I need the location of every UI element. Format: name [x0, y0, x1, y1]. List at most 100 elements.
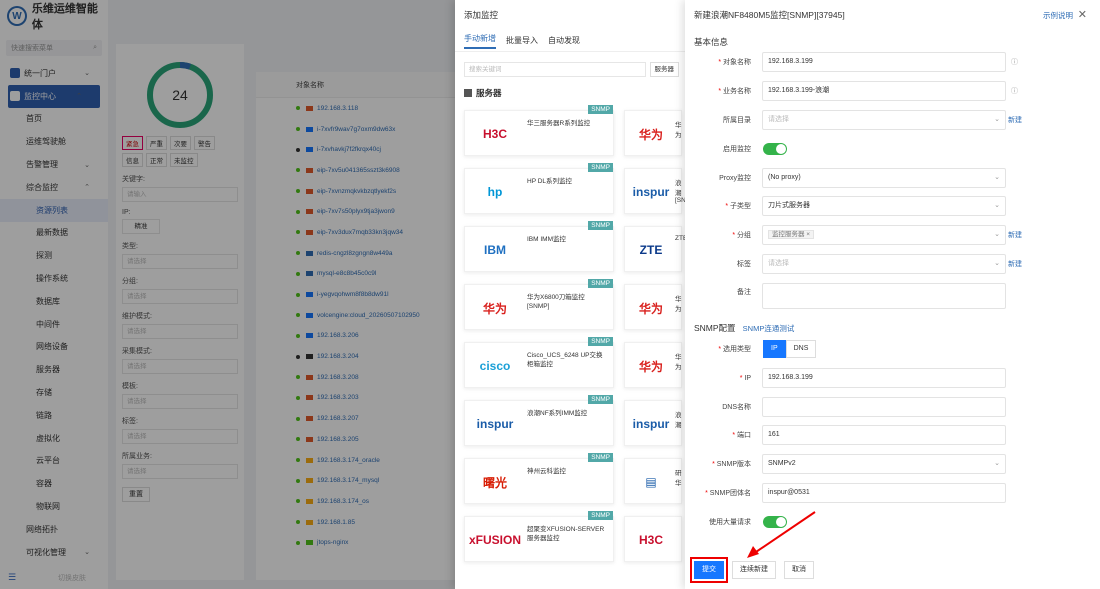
- template-card[interactable]: xFUSION 超聚变XFUSION-SERVER服务器监控 SNMP: [464, 511, 614, 562]
- template-card[interactable]: hp HP DL系列监控 SNMP: [464, 163, 614, 214]
- ip-label: * IP: [739, 374, 751, 382]
- snmp-badge: SNMP: [588, 163, 613, 172]
- enable-monitor-toggle[interactable]: [763, 143, 787, 155]
- ip-row: * IP 192.168.3.199: [685, 368, 1100, 388]
- template-search-input[interactable]: 搜索关键词: [464, 62, 646, 77]
- snmp-ver-row: * SNMP版本 SNMPv2 ⌄: [685, 454, 1100, 474]
- template-card[interactable]: inspur 浪潮: [624, 400, 682, 446]
- obj-name-input[interactable]: 192.168.3.199: [762, 52, 1006, 72]
- snmp-test-link[interactable]: SNMP连通测试: [743, 324, 795, 333]
- tab-0[interactable]: 手动新增: [464, 33, 496, 49]
- info-icon: ⓘ: [1011, 88, 1018, 95]
- vendor-logo-icon: 华为: [638, 359, 663, 374]
- dir-select[interactable]: 请选择 ⌄: [762, 110, 1006, 130]
- snmp-badge: SNMP: [588, 511, 613, 520]
- ip-input[interactable]: 192.168.3.199: [762, 368, 1006, 388]
- chevron-down-icon: ⌄: [994, 260, 1000, 267]
- biz-name-row: * 业务名称 192.168.3.199-浪潮 ⓘ: [685, 81, 1100, 101]
- info-icon: ⓘ: [1011, 59, 1018, 66]
- dns-input[interactable]: [762, 397, 1006, 417]
- add-monitor-drawer: 添加监控 手动新增 批量导入 自动发现 搜索关键词 服务器 服务器 H3C 华三服务器…: [455, 0, 688, 589]
- tag-row: 标签 请选择 ⌄ 新建: [685, 254, 1100, 274]
- cancel-button[interactable]: 取消: [784, 561, 814, 579]
- note-textarea[interactable]: [762, 283, 1006, 309]
- community-row: * SNMP团体名 inspur@0531: [685, 483, 1100, 503]
- add-monitor-title: 添加监控: [464, 10, 499, 20]
- template-card[interactable]: 华为 华为: [624, 342, 682, 388]
- snmp-badge: SNMP: [588, 337, 613, 346]
- tag-label: 标签: [737, 261, 751, 268]
- template-name: 浪潮: [675, 412, 682, 429]
- server-section-title: 服务器: [455, 87, 688, 99]
- template-card[interactable]: 华为 华为: [624, 110, 682, 156]
- template-card[interactable]: ▤ 研华: [624, 458, 682, 504]
- template-card[interactable]: 曙光 神州云科监控 SNMP: [464, 453, 614, 504]
- vendor-logo-icon: H3C: [482, 127, 507, 141]
- template-card[interactable]: IBM IBM IMM监控 SNMP: [464, 221, 614, 272]
- vendor-logo-icon: ▤: [645, 475, 657, 489]
- vendor-logo-icon: 华为: [482, 301, 507, 316]
- biz-name-input[interactable]: 192.168.3.199-浪潮: [762, 81, 1006, 101]
- proxy-row: Proxy监控 (No proxy) ⌄: [685, 168, 1100, 188]
- dir-new-link[interactable]: 新建: [1008, 115, 1022, 125]
- usetype-ip-option[interactable]: IP: [763, 340, 786, 358]
- usetype-dns-option[interactable]: DNS: [785, 340, 817, 358]
- vendor-logo-icon: inspur: [476, 417, 514, 431]
- group-chip[interactable]: 监控服务器 ×: [768, 230, 815, 239]
- form-buttons: 提交 连续新建 取消: [690, 557, 814, 583]
- vendor-logo-icon: ZTE: [639, 243, 663, 257]
- template-name: IBM IMM监控: [527, 236, 566, 243]
- note-row: 备注: [685, 283, 1100, 309]
- proxy-label: Proxy监控: [719, 175, 751, 182]
- note-label: 备注: [737, 289, 751, 296]
- chevron-down-icon: ⌄: [994, 202, 1000, 209]
- dns-row: DNS名称: [685, 397, 1100, 417]
- group-row: * 分组 监控服务器 × ⌄ 新建: [685, 225, 1100, 245]
- continue-create-button[interactable]: 连续新建: [732, 561, 776, 579]
- obj-name-label: * 对象名称: [718, 59, 751, 66]
- template-card[interactable]: H3C: [624, 516, 682, 562]
- subtype-label: * 子类型: [725, 203, 751, 210]
- template-card[interactable]: ZTE ZTE: [624, 226, 687, 272]
- enable-row: 启用监控: [685, 139, 1100, 159]
- group-select[interactable]: 监控服务器 × ⌄: [762, 225, 1006, 245]
- tag-new-link[interactable]: 新建: [1008, 259, 1022, 269]
- template-name: Cisco_UCS_6248 UP交换柜箱监控: [527, 352, 603, 368]
- vendor-logo-icon: H3C: [638, 533, 663, 547]
- vendor-logo-icon: inspur: [632, 185, 670, 199]
- usetype-label: * 选用类型: [718, 346, 751, 353]
- new-monitor-header: 新建浪潮NF8480M5监控[SNMP][37945] 示例说明 ✕: [685, 0, 1100, 30]
- vendor-logo-icon: 曙光: [482, 475, 507, 490]
- template-name: 华为: [675, 354, 682, 371]
- template-card[interactable]: 华为 华为: [624, 284, 682, 330]
- template-card[interactable]: H3C 华三服务器R系列监控 SNMP: [464, 105, 614, 156]
- subtype-row: * 子类型 刀片式服务器 ⌄: [685, 196, 1100, 216]
- template-name: 华为: [675, 122, 682, 139]
- chevron-down-icon: ⌄: [994, 460, 1000, 467]
- category-select[interactable]: 服务器: [649, 62, 679, 77]
- tab-1[interactable]: 批量导入: [506, 35, 538, 46]
- template-card[interactable]: cisco Cisco_UCS_6248 UP交换柜箱监控 SNMP: [464, 337, 614, 388]
- chevron-down-icon: ⌄: [994, 231, 1000, 238]
- port-input[interactable]: 161: [762, 425, 1006, 445]
- template-card[interactable]: inspur 浪潮NF系列IMM监控 SNMP: [464, 395, 614, 446]
- group-new-link[interactable]: 新建: [1008, 230, 1022, 240]
- template-name: 神州云科监控: [527, 468, 566, 475]
- subtype-select[interactable]: 刀片式服务器 ⌄: [762, 196, 1006, 216]
- snmp-ver-select[interactable]: SNMPv2 ⌄: [762, 454, 1006, 474]
- template-name: 华三服务器R系列监控: [527, 120, 591, 127]
- submit-button[interactable]: 提交: [690, 557, 728, 583]
- tab-2[interactable]: 自动发现: [548, 35, 580, 46]
- template-card[interactable]: 华为 华为X6800刀箱监控[SNMP] SNMP: [464, 279, 614, 330]
- snmp-badge: SNMP: [588, 395, 613, 404]
- community-input[interactable]: inspur@0531: [762, 483, 1006, 503]
- template-card[interactable]: inspur 浪潮[SN: [624, 168, 686, 214]
- vendor-logo-icon: xFUSION: [469, 533, 522, 547]
- tag-select[interactable]: 请选择 ⌄: [762, 254, 1006, 274]
- chevron-down-icon: ⌄: [994, 174, 1000, 181]
- snmp-ver-label: * SNMP版本: [712, 461, 751, 468]
- close-icon[interactable]: ✕: [1078, 8, 1087, 21]
- proxy-select[interactable]: (No proxy) ⌄: [762, 168, 1006, 188]
- community-label: * SNMP团体名: [705, 490, 751, 497]
- example-link[interactable]: 示例说明: [1043, 10, 1073, 21]
